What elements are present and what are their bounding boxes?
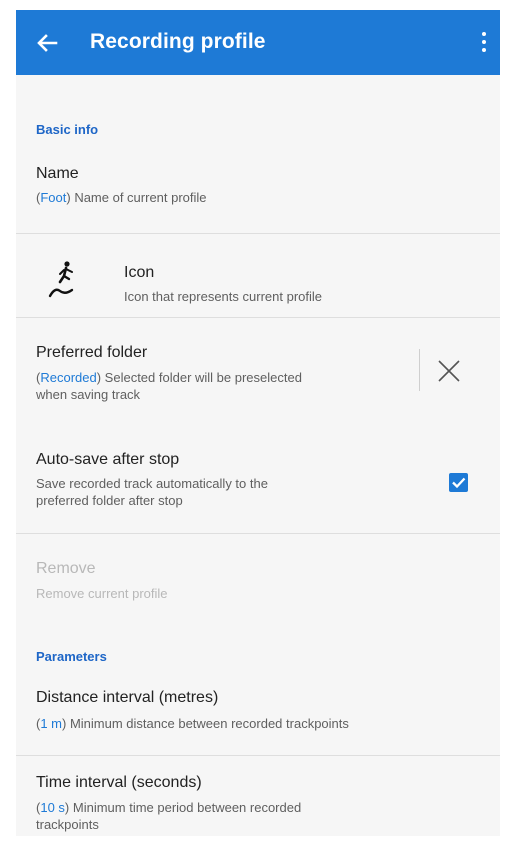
app-bar: Recording profile: [16, 10, 500, 75]
distance-interval-description: Minimum distance between recorded trackp…: [69, 716, 349, 731]
preferred-folder-title: Preferred folder: [36, 344, 148, 361]
name-description: Name of current profile: [74, 190, 207, 205]
time-interval-setting[interactable]: Time interval (seconds) (10 s) Minimum t…: [16, 756, 500, 836]
preferred-folder-subtitle: (Recorded) Selected folder will be prese…: [36, 369, 406, 403]
back-arrow-icon[interactable]: [32, 28, 62, 58]
distance-interval-setting[interactable]: Distance interval (metres) (1 m) Minimum…: [16, 675, 500, 755]
settings-screen: Recording profile Basic info Name (Foot)…: [16, 10, 500, 836]
auto-save-description-line2: preferred folder after stop: [36, 493, 183, 508]
hiking-track-icon: [47, 260, 83, 300]
section-header-parameters: Parameters: [36, 649, 107, 664]
remove-title: Remove: [36, 560, 96, 577]
time-interval-description-line1: Minimum time period between recorded: [72, 800, 302, 815]
name-setting[interactable]: Name (Foot) Name of current profile: [16, 155, 500, 233]
auto-save-subtitle: Save recorded track automatically to the…: [36, 475, 406, 509]
more-vert-icon[interactable]: [478, 30, 490, 54]
preferred-folder-value: Recorded: [40, 370, 97, 385]
distance-interval-title: Distance interval (metres): [36, 689, 219, 706]
time-interval-value: 10 s: [40, 800, 65, 815]
auto-save-description-line1: Save recorded track automatically to the: [36, 476, 268, 491]
vertical-separator: [419, 349, 420, 391]
auto-save-setting[interactable]: Auto-save after stop Save recorded track…: [16, 432, 500, 532]
time-interval-subtitle: (10 s) Minimum time period between recor…: [36, 799, 436, 833]
icon-title: Icon: [124, 264, 155, 281]
distance-interval-subtitle: (1 m) Minimum distance between recorded …: [36, 716, 349, 731]
time-interval-description-line2: trackpoints: [36, 817, 99, 832]
name-value: Foot: [40, 190, 67, 205]
icon-setting[interactable]: Icon Icon that represents current profil…: [16, 234, 500, 317]
icon-subtitle: Icon that represents current profile: [124, 289, 322, 304]
distance-interval-value: 1 m: [40, 716, 63, 731]
section-header-basic-info: Basic info: [36, 122, 99, 137]
auto-save-title: Auto-save after stop: [36, 451, 180, 468]
auto-save-checkbox[interactable]: [449, 473, 468, 492]
check-icon: [452, 477, 466, 489]
page-title: Recording profile: [90, 30, 266, 53]
name-subtitle: (Foot) Name of current profile: [36, 190, 207, 205]
remove-setting: Remove Remove current profile: [16, 534, 500, 614]
preferred-folder-description-line1: Selected folder will be preselected: [104, 370, 302, 385]
remove-subtitle: Remove current profile: [36, 586, 168, 601]
close-icon[interactable]: [434, 356, 464, 386]
preferred-folder-setting[interactable]: Preferred folder (Recorded) Selected fol…: [16, 318, 500, 418]
preferred-folder-description-line2: when saving track: [36, 387, 141, 402]
time-interval-title: Time interval (seconds): [36, 774, 202, 791]
name-title: Name: [36, 165, 79, 182]
